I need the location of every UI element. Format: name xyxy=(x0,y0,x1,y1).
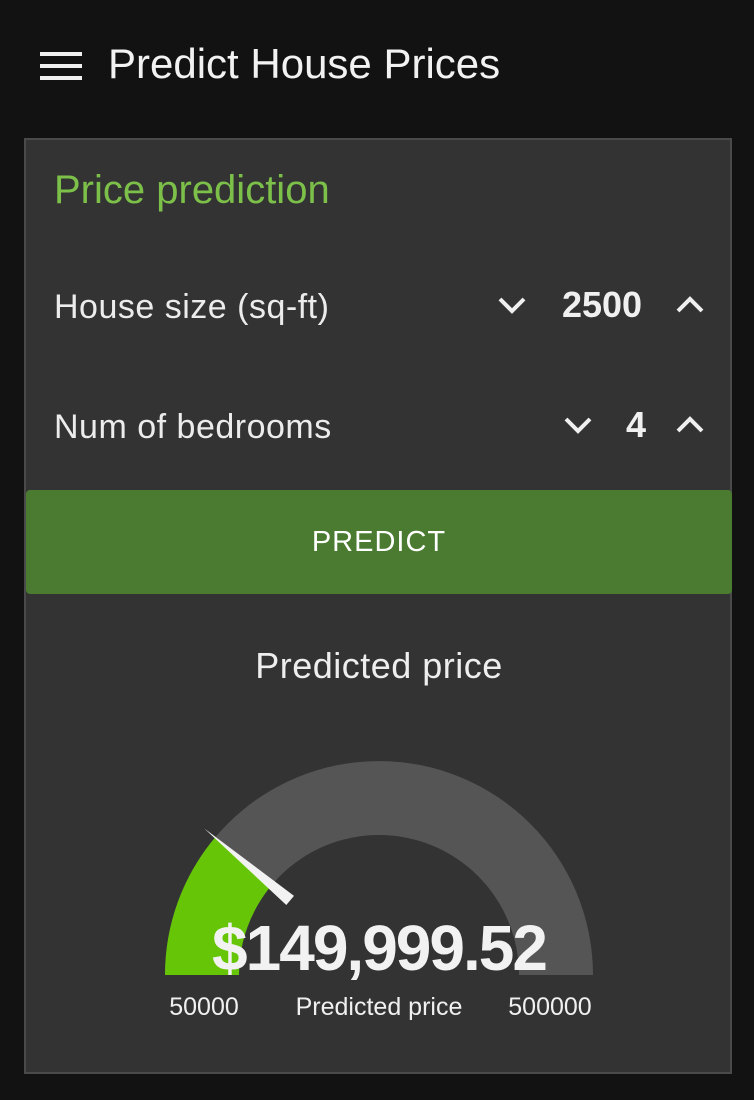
house-size-increment-button[interactable] xyxy=(668,283,712,327)
app-bar: Predict House Prices xyxy=(0,0,754,130)
app-title: Predict House Prices xyxy=(108,40,501,87)
gauge-caption: Predicted price xyxy=(296,993,463,1021)
chevron-down-icon xyxy=(564,417,592,434)
house-size-row: House size (sq-ft) 2500 xyxy=(54,275,714,335)
card-title: Price prediction xyxy=(54,168,330,212)
bedrooms-decrement-button[interactable] xyxy=(556,403,600,447)
gauge-value-text: $149,999.52 xyxy=(212,912,546,984)
house-size-label: House size (sq-ft) xyxy=(54,288,330,326)
price-gauge: $149,999.52 50000 Predicted price 500000 xyxy=(26,740,732,1040)
bedrooms-label: Num of bedrooms xyxy=(54,408,332,446)
bedrooms-increment-button[interactable] xyxy=(668,403,712,447)
bedrooms-row: Num of bedrooms 4 xyxy=(54,395,714,455)
bedrooms-value[interactable]: 4 xyxy=(610,405,662,445)
house-size-decrement-button[interactable] xyxy=(490,283,534,327)
hamburger-menu-icon xyxy=(40,52,82,80)
gauge-max-label: 500000 xyxy=(508,993,591,1021)
chevron-up-icon xyxy=(676,296,704,313)
result-title: Predicted price xyxy=(255,645,503,686)
chevron-up-icon xyxy=(676,416,704,433)
price-prediction-card: Price prediction House size (sq-ft) 2500… xyxy=(24,138,732,1074)
gauge-svg: $149,999.52 50000 Predicted price 500000 xyxy=(165,761,593,1021)
predict-button[interactable]: PREDICT xyxy=(26,490,732,594)
house-size-value[interactable]: 2500 xyxy=(548,285,656,325)
chevron-down-icon xyxy=(498,297,526,314)
menu-button[interactable] xyxy=(30,40,92,92)
gauge-min-label: 50000 xyxy=(169,993,239,1021)
